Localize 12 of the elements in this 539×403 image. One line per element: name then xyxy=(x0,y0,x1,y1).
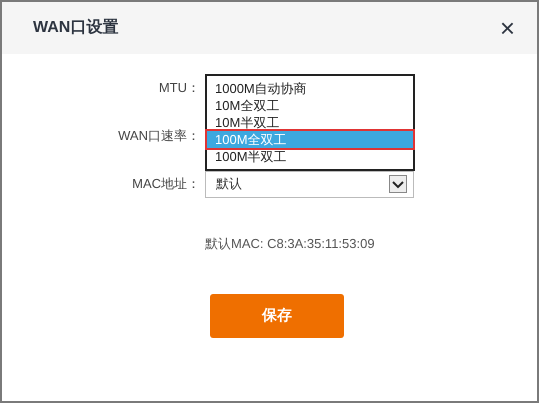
dropdown-option[interactable]: 10M全双工 xyxy=(207,97,413,114)
dropdown-option[interactable]: 10M半双工 xyxy=(207,114,413,131)
field-label: MAC地址： xyxy=(131,175,200,194)
select-field[interactable]: 默认 xyxy=(205,170,414,198)
field-label: WAN口速率： xyxy=(117,127,200,146)
field-label: MTU： xyxy=(158,79,200,98)
dropdown-option[interactable]: 1000M自动协商 xyxy=(207,80,413,97)
dialog-title: WAN口设置 xyxy=(33,18,118,38)
close-button[interactable]: × xyxy=(500,15,515,41)
default-mac-text: 默认MAC: C8:3A:35:11:53:09 xyxy=(205,236,375,251)
chevron-down-icon xyxy=(389,175,407,193)
dropdown-option[interactable]: 100M半双工 xyxy=(207,148,413,165)
